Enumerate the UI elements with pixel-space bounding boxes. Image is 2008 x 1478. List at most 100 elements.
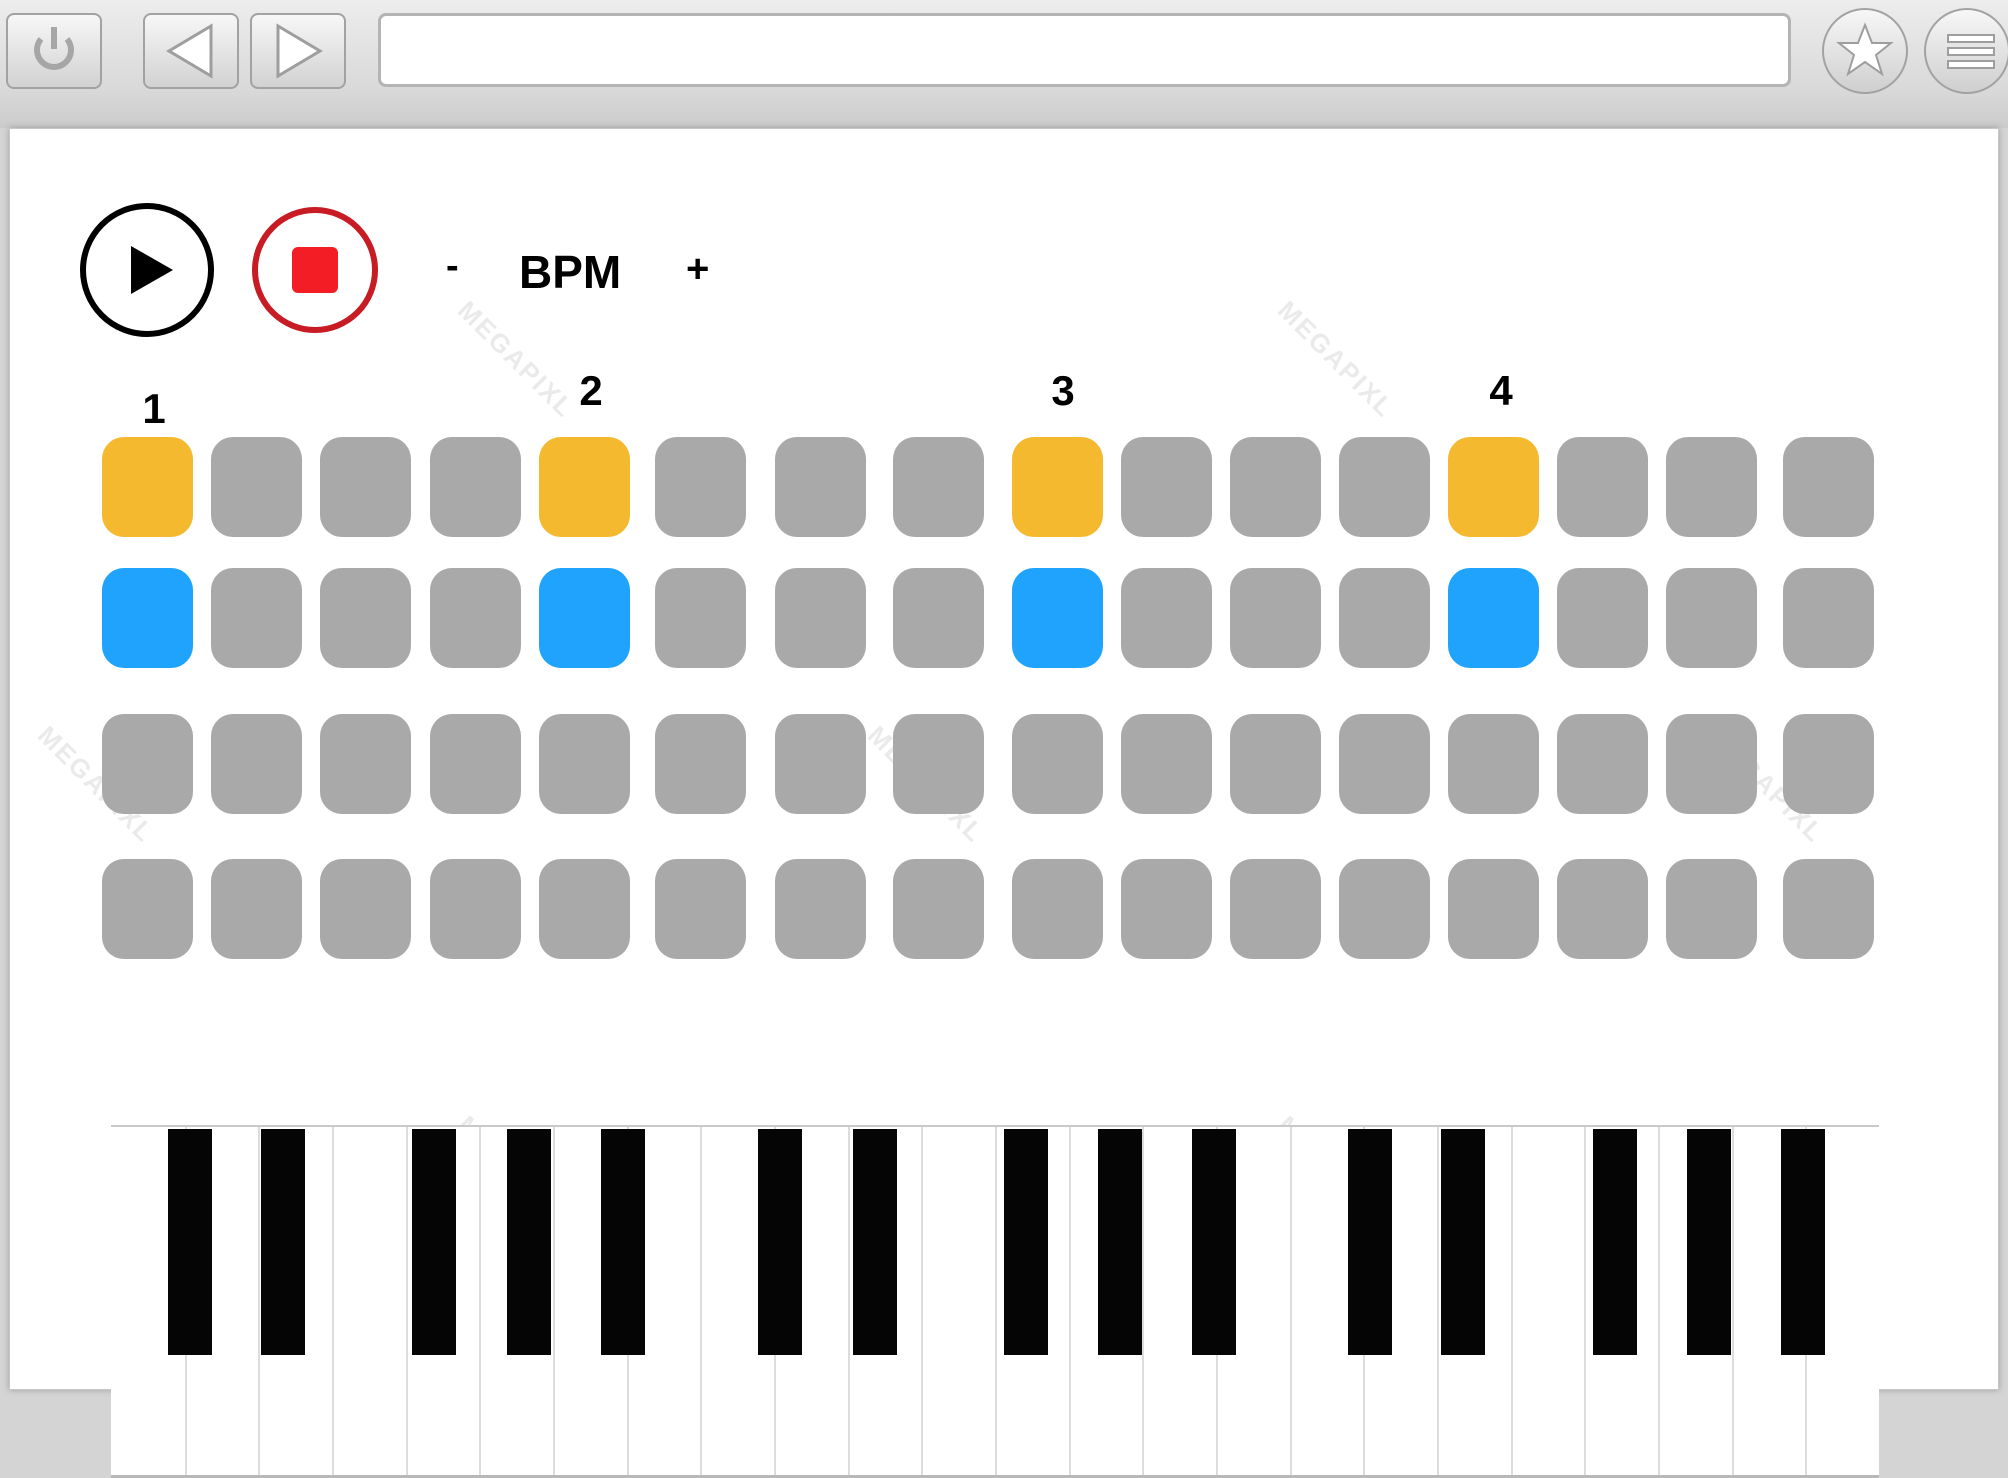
sequencer-pad[interactable] — [1448, 859, 1539, 959]
sequencer-pad[interactable] — [430, 437, 521, 537]
sequencer-pad[interactable] — [1230, 568, 1321, 668]
sequencer-pad[interactable] — [1121, 714, 1212, 814]
sequencer-pad[interactable] — [1783, 437, 1874, 537]
sequencer-pad[interactable] — [1783, 568, 1874, 668]
piano-black-key[interactable] — [1593, 1129, 1637, 1355]
sequencer-pad[interactable] — [1666, 437, 1757, 537]
sequencer-pad[interactable] — [655, 714, 746, 814]
piano-black-key[interactable] — [261, 1129, 305, 1355]
sequencer-pad[interactable] — [893, 437, 984, 537]
sequencer-pad[interactable] — [1012, 714, 1103, 814]
sequencer-pad[interactable] — [893, 859, 984, 959]
sequencer-pad[interactable] — [320, 859, 411, 959]
sequencer-pad[interactable] — [539, 859, 630, 959]
sequencer-pad[interactable] — [102, 437, 193, 537]
sequencer-pad[interactable] — [1339, 437, 1430, 537]
beat-marker-1: 1 — [142, 385, 166, 432]
sequencer-pad[interactable] — [539, 568, 630, 668]
bookmark-button[interactable] — [1822, 8, 1908, 94]
sequencer-pad[interactable] — [211, 437, 302, 537]
address-bar[interactable] — [378, 13, 1791, 87]
sequencer-pad[interactable] — [1448, 568, 1539, 668]
sequencer-pad[interactable] — [1121, 437, 1212, 537]
stop-button[interactable] — [252, 207, 378, 333]
piano-black-key[interactable] — [168, 1129, 212, 1355]
sequencer-pad[interactable] — [1448, 437, 1539, 537]
sequencer-pad[interactable] — [320, 568, 411, 668]
sequencer-pad[interactable] — [893, 568, 984, 668]
piano-black-key[interactable] — [1004, 1129, 1048, 1355]
sequencer-pad[interactable] — [1012, 437, 1103, 537]
sequencer-pad[interactable] — [430, 859, 521, 959]
sequencer-pad[interactable] — [102, 859, 193, 959]
sequencer-pad[interactable] — [102, 568, 193, 668]
piano-black-key[interactable] — [758, 1129, 802, 1355]
piano-keyboard — [111, 1125, 1879, 1478]
piano-white-key[interactable] — [1510, 1127, 1585, 1475]
sequencer-pad[interactable] — [1012, 568, 1103, 668]
sequencer-pad[interactable] — [1557, 714, 1648, 814]
sequencer-pad[interactable] — [430, 568, 521, 668]
sequencer-pad[interactable] — [1666, 714, 1757, 814]
sequencer-pad[interactable] — [1783, 859, 1874, 959]
sequencer-pad[interactable] — [1557, 859, 1648, 959]
back-button[interactable] — [143, 13, 239, 89]
sequencer-pad[interactable] — [893, 714, 984, 814]
piano-white-key[interactable] — [921, 1127, 995, 1475]
bpm-decrease-button[interactable]: - — [446, 245, 459, 288]
sequencer-pad[interactable] — [1121, 568, 1212, 668]
piano-black-key[interactable] — [1687, 1129, 1731, 1355]
piano-black-key[interactable] — [1348, 1129, 1392, 1355]
bpm-increase-button[interactable]: + — [686, 247, 709, 292]
sequencer-pad[interactable] — [655, 568, 746, 668]
reload-button[interactable] — [6, 13, 102, 89]
sequencer-pad[interactable] — [1339, 859, 1430, 959]
menu-button[interactable] — [1924, 8, 2008, 94]
play-button[interactable] — [80, 203, 214, 337]
sequencer-pad[interactable] — [1557, 568, 1648, 668]
sequencer-pad[interactable] — [1339, 714, 1430, 814]
piano-white-key[interactable] — [332, 1127, 406, 1475]
piano-black-key[interactable] — [1781, 1129, 1825, 1355]
sequencer-pad[interactable] — [1339, 568, 1430, 668]
sequencer-pad[interactable] — [211, 568, 302, 668]
sequencer-pad[interactable] — [320, 437, 411, 537]
sequencer-pad[interactable] — [1012, 859, 1103, 959]
sequencer-pad[interactable] — [1666, 568, 1757, 668]
piano-black-key[interactable] — [1098, 1129, 1142, 1355]
sequencer-pad[interactable] — [655, 859, 746, 959]
sequencer-pad[interactable] — [1666, 859, 1757, 959]
sequencer-pad[interactable] — [539, 437, 630, 537]
piano-black-key[interactable] — [507, 1129, 551, 1355]
piano-black-key[interactable] — [412, 1129, 456, 1355]
sequencer-pad[interactable] — [1783, 714, 1874, 814]
sequencer-pad[interactable] — [102, 714, 193, 814]
sequencer-pad[interactable] — [1230, 714, 1321, 814]
sequencer-pad[interactable] — [775, 437, 866, 537]
sequencer-pad[interactable] — [211, 859, 302, 959]
sequencer-pad[interactable] — [775, 859, 866, 959]
forward-button[interactable] — [250, 13, 346, 89]
sequencer-pad[interactable] — [1230, 437, 1321, 537]
reload-icon — [34, 27, 74, 70]
sequencer-pad[interactable] — [1230, 859, 1321, 959]
sequencer-pad[interactable] — [775, 568, 866, 668]
beat-marker-3: 3 — [1051, 367, 1075, 414]
piano-black-key[interactable] — [1192, 1129, 1236, 1355]
sequencer-pad[interactable] — [655, 437, 746, 537]
bpm-label: BPM — [519, 246, 622, 298]
forward-arrow-icon — [276, 23, 323, 79]
browser-toolbar — [0, 0, 2008, 128]
piano-black-key[interactable] — [1441, 1129, 1485, 1355]
sequencer-pad[interactable] — [775, 714, 866, 814]
sequencer-pad[interactable] — [1448, 714, 1539, 814]
sequencer-pad[interactable] — [211, 714, 302, 814]
piano-black-key[interactable] — [601, 1129, 645, 1355]
sequencer-pad[interactable] — [1557, 437, 1648, 537]
sequencer-pad[interactable] — [320, 714, 411, 814]
sequencer-pad[interactable] — [539, 714, 630, 814]
sequencer-pad[interactable] — [1121, 859, 1212, 959]
sequencer-pad[interactable] — [430, 714, 521, 814]
piano-black-key[interactable] — [853, 1129, 897, 1355]
hamburger-menu-icon — [1947, 34, 1995, 69]
